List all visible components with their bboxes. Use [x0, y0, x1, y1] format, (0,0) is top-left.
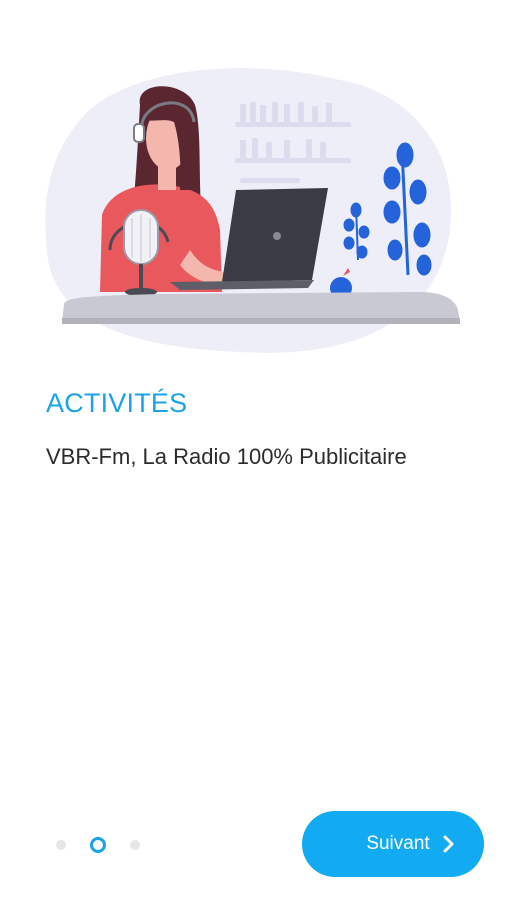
page-dot-3[interactable] — [130, 840, 140, 850]
page-dot-1[interactable] — [56, 840, 66, 850]
page-dot-2-active[interactable] — [90, 837, 106, 853]
page-indicator — [56, 836, 164, 854]
page-subtitle: VBR-Fm, La Radio 100% Publicitaire — [46, 444, 407, 469]
onboarding-screen: ACTIVITÉS VBR-Fm, La Radio 100% Publicit… — [0, 0, 506, 900]
page-title: ACTIVITÉS — [46, 388, 188, 418]
next-button-label: Suivant — [366, 833, 430, 854]
next-button[interactable]: Suivant — [302, 811, 484, 877]
podcast-illustration — [45, 68, 460, 353]
chevron-right-icon — [443, 835, 454, 853]
